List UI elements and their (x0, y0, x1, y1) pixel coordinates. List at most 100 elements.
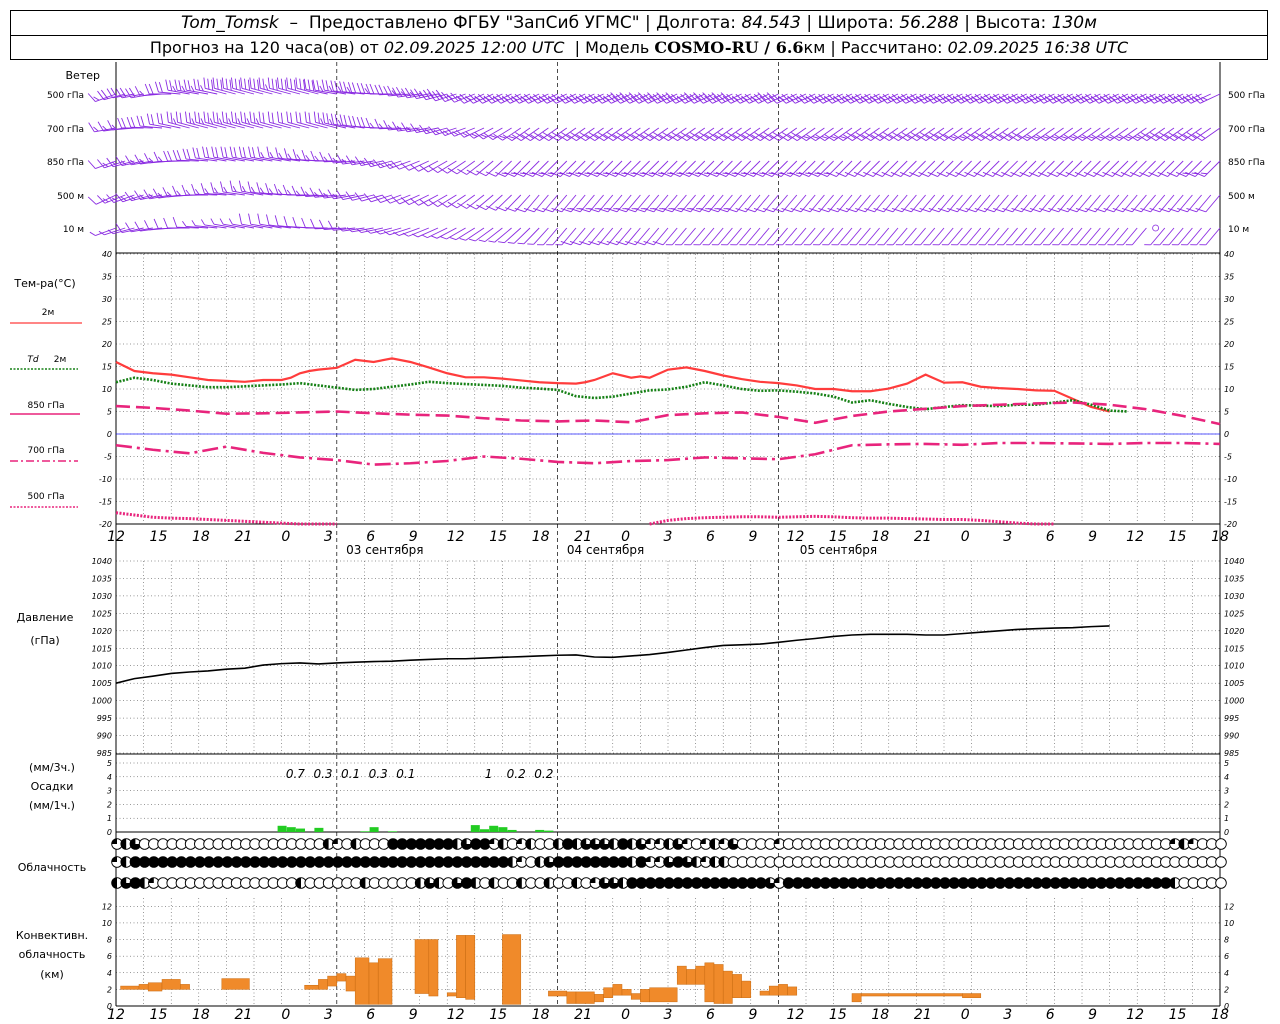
barb-feather (162, 187, 169, 198)
wind-barb (962, 127, 991, 141)
wind-barb (143, 189, 172, 200)
wind-barb (557, 127, 586, 141)
barb-feather (275, 79, 278, 91)
barb-shaft (205, 87, 227, 95)
barb-feather (181, 184, 187, 196)
barb-feather (282, 184, 288, 196)
barb-shaft (1187, 227, 1202, 246)
conv-ytick: 4 (107, 969, 112, 978)
barb-feather (356, 82, 362, 94)
barb-shaft (437, 194, 457, 208)
hour-tick-label: 6 (366, 1007, 375, 1023)
barb-feather (286, 111, 289, 123)
barb-shaft (828, 227, 844, 246)
temp-ytick: -10 (99, 475, 112, 484)
barb-feather (471, 133, 478, 137)
barb-shaft (1201, 127, 1221, 141)
wind-barb (750, 92, 779, 104)
barb-shaft (447, 160, 466, 174)
barb-feather (1033, 136, 1040, 139)
pressure-title: Давление (17, 611, 74, 624)
wind-barb (511, 127, 540, 141)
barb-feather (1201, 96, 1208, 101)
cloud-circle-fill (488, 838, 495, 844)
barb-shaft (1085, 227, 1101, 246)
barb-feather (144, 83, 150, 95)
wind-barb (327, 220, 356, 231)
barb-shaft (1076, 227, 1092, 246)
barb-feather (107, 120, 113, 131)
barb-feather (251, 147, 256, 158)
barb-shaft (297, 121, 319, 129)
barb-feather (210, 182, 215, 193)
precip-3h-label: 0.1 (341, 767, 360, 781)
barb-feather (498, 241, 505, 244)
prec-ytick-right: 0 (1224, 828, 1229, 837)
cloud-circle-fill (654, 856, 660, 862)
barb-feather (488, 240, 495, 243)
barb-feather (258, 111, 261, 123)
wind-barb (971, 127, 1000, 141)
barb-feather (172, 216, 178, 228)
wind-barb (622, 127, 650, 141)
wind-barb (1194, 160, 1221, 177)
hour-tick-label: 3 (664, 529, 673, 545)
barb-shaft (476, 160, 494, 176)
barb-feather (240, 111, 243, 123)
precip-bar (507, 829, 517, 832)
convective-bar (456, 935, 466, 998)
pres-ytick: 1030 (92, 592, 112, 601)
barb-feather (430, 235, 438, 239)
barb-feather (224, 147, 228, 158)
barb-feather (803, 136, 810, 139)
wind-level-label: 500 гПа (47, 91, 84, 101)
barb-shaft (782, 227, 798, 246)
barb-feather (240, 77, 243, 89)
barb-feather (165, 79, 169, 91)
barb-feather (266, 146, 270, 158)
precip-bar (286, 827, 296, 832)
wind-barb (301, 149, 328, 162)
temp-ytick-right: 10 (1224, 385, 1234, 394)
wind-barb (1146, 127, 1175, 141)
barb-feather (360, 83, 366, 94)
cloud-circle-fill (571, 838, 577, 850)
barb-feather (234, 112, 238, 124)
pres-ytick: 1015 (92, 644, 112, 653)
barb-shaft (800, 227, 816, 246)
barb-feather (258, 77, 261, 89)
precip-3h-label: 1 (485, 767, 493, 781)
wind-barb (1109, 127, 1138, 141)
barb-shaft (260, 121, 282, 129)
convective-bar (318, 979, 328, 990)
barb-feather (238, 213, 242, 225)
wind-barb (889, 127, 917, 141)
wind-barb (310, 218, 337, 230)
barb-feather (267, 77, 270, 89)
pres-ytick-right: 1040 (1224, 557, 1244, 566)
cloud-circle-fill (774, 877, 780, 883)
precip-3h-label: 0.7 (286, 767, 305, 781)
cloud-circle-fill (718, 838, 725, 844)
cloud-circle-fill (571, 877, 577, 889)
barb-feather (322, 112, 326, 124)
pres-ytick-right: 1010 (1224, 662, 1244, 671)
convective-bar (147, 982, 163, 992)
barb-feather (275, 147, 279, 159)
barb-shaft (901, 227, 917, 246)
barb-feather (185, 111, 188, 123)
temp-ytick: 0 (107, 430, 112, 439)
barb-feather (231, 77, 234, 89)
wind-barb (1073, 127, 1101, 141)
wind-barb (310, 150, 337, 162)
cloud-circle-fill (663, 838, 669, 850)
barb-shaft (466, 160, 485, 175)
prec-ytick-right: 1 (1224, 814, 1229, 823)
barb-feather (244, 112, 247, 124)
barb-feather (287, 153, 292, 160)
barb-feather (248, 146, 252, 158)
barb-shaft (883, 227, 899, 246)
temp-ytick-right: 35 (1224, 273, 1234, 282)
temp-ytick-right: -15 (1224, 498, 1237, 507)
barb-shaft (399, 194, 420, 205)
